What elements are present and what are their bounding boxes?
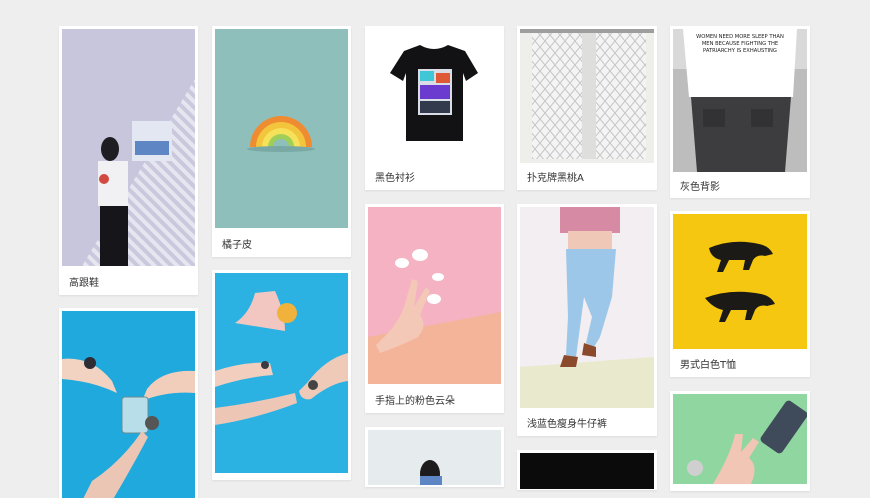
card-title: 灰色背影 [680,182,720,193]
gallery-card[interactable] [517,450,657,490]
card-image-black-tshirt [368,29,501,160]
card-image-patterned-curtains [520,29,654,163]
card-image-woman-striped-wall [62,29,195,266]
card-title: 扑克牌黑桃A [527,173,584,184]
gallery-card-mens-white-tshirt[interactable]: 男式白色T恤 [670,211,810,377]
gallery-card[interactable] [59,308,198,498]
gallery-card-light-blue-jeans[interactable]: 浅蓝色瘦身牛仔裤 [517,204,657,436]
svg-text:PATRIARCHY IS EXHAUSTING: PATRIARCHY IS EXHAUSTING [703,48,777,54]
gallery-card-ace-of-spades[interactable]: 扑克牌黑桃A [517,26,657,190]
svg-text:MEN BECAUSE FIGHTING THE: MEN BECAUSE FIGHTING THE [702,41,778,47]
gallery-card[interactable] [212,270,351,480]
card-title: 橘子皮 [222,240,252,251]
gallery-card[interactable] [365,427,504,487]
card-image-panther-print [673,214,807,349]
gallery-card-high-heels[interactable]: 高跟鞋 [59,26,198,295]
card-title: 男式白色T恤 [680,360,737,371]
card-image-jeans-back-slogan: WOMEN NEED MORE SLEEP THAN MEN BECAUSE F… [673,29,807,172]
gallery-card[interactable] [670,391,810,491]
svg-text:WOMEN NEED MORE SLEEP THAN: WOMEN NEED MORE SLEEP THAN [696,34,784,40]
card-image-hands-drink-blue [215,273,348,473]
card-title: 浅蓝色瘦身牛仔裤 [527,419,607,430]
card-image-dark-photo [520,453,654,489]
card-title: 手指上的粉色云朵 [375,396,455,407]
card-title: 高跟鞋 [69,278,99,289]
card-image-hands-rings-blue [62,311,195,498]
card-image-hand-bottle-green [673,394,807,484]
card-image-rainbow-peel [215,29,348,228]
gallery-card-pink-clouds[interactable]: 手指上的粉色云朵 [365,204,504,413]
card-image-hand-clouds [368,207,501,384]
card-title: 黑色衬衫 [375,173,415,184]
card-image-woman-portrait [368,430,501,485]
card-image-light-blue-jeans [520,207,654,408]
gallery-card-gray-back[interactable]: WOMEN NEED MORE SLEEP THAN MEN BECAUSE F… [670,26,810,198]
gallery-card-black-shirt[interactable]: 黑色衬衫 [365,26,504,190]
gallery-card-orange-peel[interactable]: 橘子皮 [212,26,351,257]
